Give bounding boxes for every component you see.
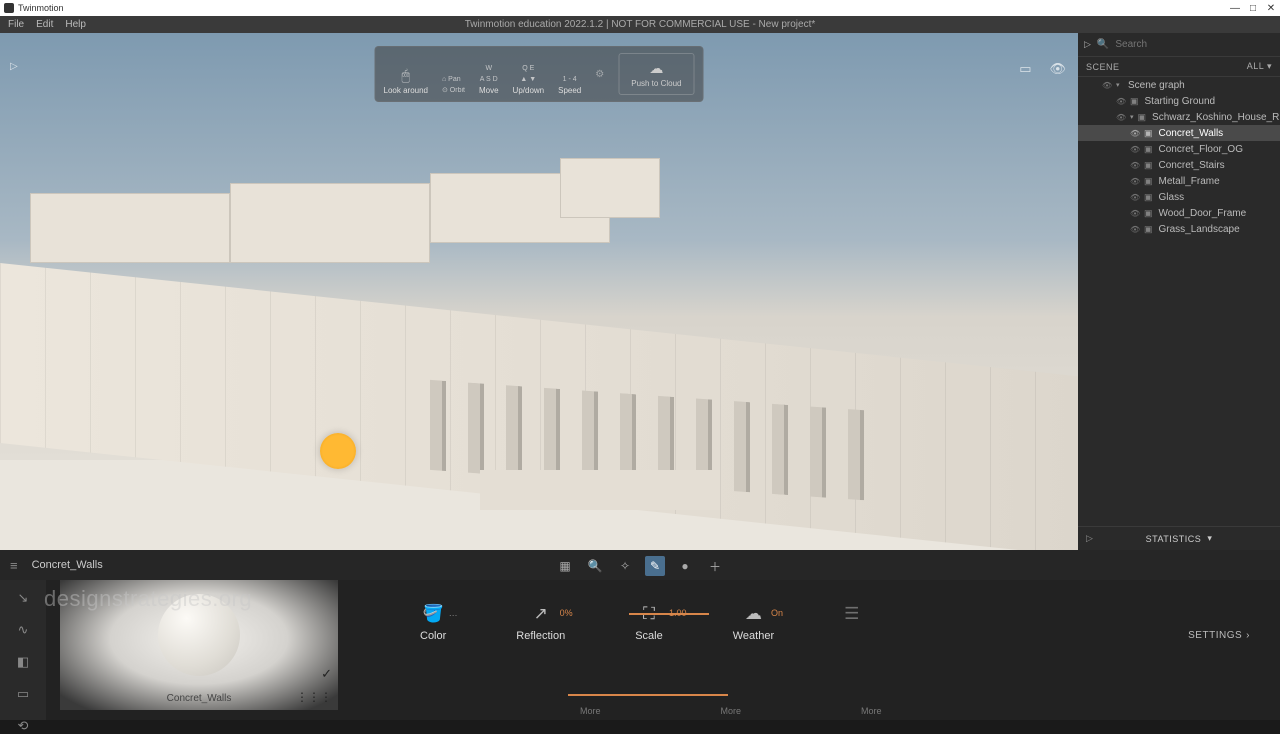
prop-reflection[interactable]: ↗0% Reflection <box>516 604 565 642</box>
panel-menu-icon[interactable]: ≡ <box>10 558 18 573</box>
nav-updown: Up/down <box>513 86 545 95</box>
dock-icon-2[interactable]: ∿ <box>18 622 29 638</box>
scale-icon: ⛶ <box>643 604 655 623</box>
app-name: Twinmotion <box>18 3 64 13</box>
prop-color[interactable]: 🪣… Color <box>420 604 446 642</box>
tool-search-icon[interactable]: 🔍 <box>585 556 605 576</box>
settings-gear-icon[interactable]: ⚙ <box>595 69 604 80</box>
mouse-icon: 🖱 <box>402 67 410 84</box>
scene-panel: ▷ 🔍 SCENE ALL ▾ 👁▾Scene graph 👁▣Starting… <box>1078 33 1280 550</box>
tree-item[interactable]: 👁▣Concret_Stairs <box>1078 157 1280 173</box>
statistics-toggle[interactable]: ▷ STATISTICS▾ <box>1078 526 1280 550</box>
settings-link[interactable]: SETTINGS› <box>1188 630 1250 641</box>
menu-file[interactable]: File <box>8 19 24 30</box>
tree-item[interactable]: 👁▣Wood_Door_Frame <box>1078 205 1280 221</box>
tree-scene-graph[interactable]: 👁▾Scene graph <box>1078 77 1280 93</box>
nav-move: Move <box>479 86 499 95</box>
tree-item[interactable]: 👁▣Starting Ground <box>1078 93 1280 109</box>
app-logo-icon <box>4 3 14 13</box>
nav-orbit: Orbit <box>450 87 465 94</box>
apply-check-icon[interactable]: ✓ <box>321 666 332 682</box>
nav-updown-keys: Q E <box>522 65 534 73</box>
viewport-3d[interactable]: ▷ 🖱 Look around ⌂ Pan ⊙ Orbit W A S D Mo… <box>0 33 1078 550</box>
cursor-indicator <box>320 433 356 469</box>
chevron-right-icon: › <box>1246 630 1250 641</box>
material-name: Concret_Walls <box>167 693 232 704</box>
menu-edit[interactable]: Edit <box>36 19 53 30</box>
tree-item-selected[interactable]: 👁▣Concret_Walls <box>1078 125 1280 141</box>
selection-name: Concret_Walls <box>32 559 103 571</box>
dock-icon-1[interactable]: ↘ <box>18 590 29 606</box>
tree-item[interactable]: 👁▣Glass <box>1078 189 1280 205</box>
nav-speed: Speed <box>558 86 581 95</box>
grid-view-icon[interactable]: ⋮⋮⋮ <box>296 690 332 704</box>
scene-lowwall <box>480 470 720 510</box>
tool-sphere-icon[interactable]: ● <box>675 556 695 576</box>
selection-underline <box>568 694 728 696</box>
os-titlebar: Twinmotion — □ ✕ <box>0 0 1280 16</box>
reflection-icon: ↗ <box>534 604 548 623</box>
render-mode-icon[interactable]: ▭ <box>1019 61 1031 77</box>
dock-icon-3[interactable]: ◧ <box>17 654 29 670</box>
dock-icon-4[interactable]: ▭ <box>17 686 29 702</box>
material-sphere <box>158 594 240 676</box>
nav-speed-keys: 1 - 4 <box>563 76 577 84</box>
left-dock: ↘ ∿ ◧ ▭ ⟲ <box>0 580 46 720</box>
more-link[interactable]: More <box>861 706 882 716</box>
prop-more-sliders[interactable]: ☰ <box>844 604 859 642</box>
more-link[interactable]: More <box>721 706 742 716</box>
search-input[interactable] <box>1115 39 1274 50</box>
tool-wand-icon[interactable]: ✧ <box>615 556 635 576</box>
window-title: Twinmotion education 2022.1.2 | NOT FOR … <box>465 19 816 30</box>
tool-eyedropper-icon[interactable]: ✎ <box>645 556 665 576</box>
nav-pan: Pan <box>448 76 460 83</box>
tree-item[interactable]: 👁▾▣Schwarz_Koshino_House_Rhinodatei <box>1078 109 1280 125</box>
sliders-icon: ☰ <box>844 604 859 624</box>
play-icon[interactable]: ▷ <box>10 61 18 72</box>
nav-move-keys2: W <box>485 65 492 73</box>
prop-weather[interactable]: ☁On Weather <box>733 604 774 642</box>
navigation-hints: 🖱 Look around ⌂ Pan ⊙ Orbit W A S D Move… <box>375 46 704 102</box>
tree-item[interactable]: 👁▣Concret_Floor_OG <box>1078 141 1280 157</box>
bottom-panel: ≡ Concret_Walls ▦ 🔍 ✧ ✎ ● ＋ designstrate… <box>0 550 1280 720</box>
prop-scale[interactable]: ⛶1.00 Scale <box>635 604 663 642</box>
nav-lookaround: Look around <box>384 86 428 95</box>
toolbar-center: ▦ 🔍 ✧ ✎ ● ＋ <box>555 556 725 576</box>
app-header: File Edit Help Twinmotion education 2022… <box>0 16 1280 33</box>
menu-help[interactable]: Help <box>65 19 86 30</box>
scene-header: SCENE <box>1086 62 1120 72</box>
tree-item[interactable]: 👁▣Grass_Landscape <box>1078 221 1280 237</box>
visibility-icon[interactable]: 👁 <box>1049 61 1066 77</box>
close-button[interactable]: ✕ <box>1262 0 1280 16</box>
nav-move-keys: A S D <box>480 76 498 84</box>
minimize-button[interactable]: — <box>1226 0 1244 16</box>
push-cloud-label: Push to Cloud <box>631 79 681 88</box>
scene-filter-all[interactable]: ALL ▾ <box>1247 61 1272 72</box>
tool-grid-icon[interactable]: ▦ <box>555 556 575 576</box>
maximize-button[interactable]: □ <box>1244 0 1262 16</box>
bucket-icon: 🪣 <box>423 604 444 623</box>
more-link[interactable]: More <box>580 706 601 716</box>
dock-icon-5[interactable]: ⟲ <box>18 718 29 734</box>
material-preview-card[interactable]: Concret_Walls ✓ ⋮⋮⋮ <box>60 580 338 710</box>
push-to-cloud-button[interactable]: ☁ Push to Cloud <box>618 53 694 95</box>
scene-tree: 👁▾Scene graph 👁▣Starting Ground 👁▾▣Schwa… <box>1078 77 1280 526</box>
panel-expand-icon[interactable]: ▷ <box>1084 39 1091 50</box>
tree-item[interactable]: 👁▣Metall_Frame <box>1078 173 1280 189</box>
cloud-upload-icon: ☁ <box>649 60 663 77</box>
search-icon: 🔍 <box>1097 39 1109 50</box>
tool-add-icon[interactable]: ＋ <box>705 556 725 576</box>
weather-icon: ☁ <box>745 604 762 623</box>
property-row: 🪣… Color ↗0% Reflection ⛶1.00 Scale ☁On … <box>420 604 1260 642</box>
